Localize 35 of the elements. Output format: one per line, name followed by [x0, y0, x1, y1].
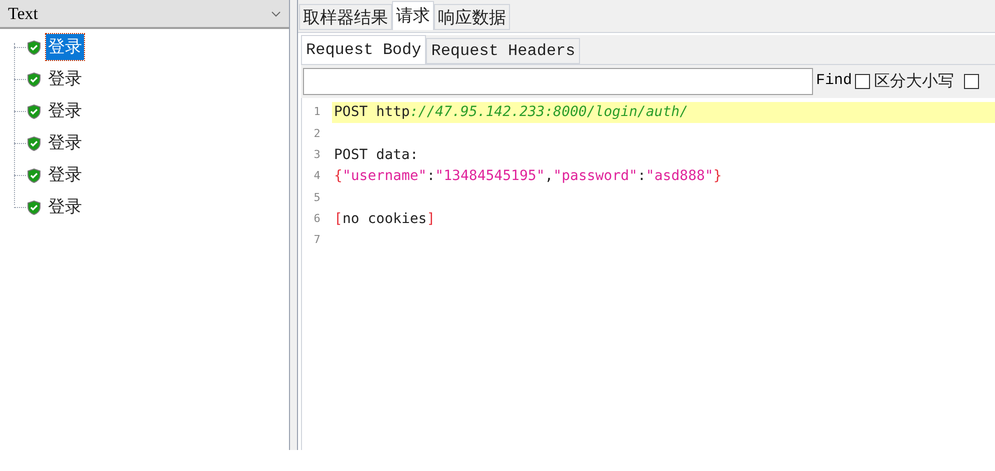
line-number: 5	[312, 190, 322, 206]
tree-item[interactable]: 登录	[46, 130, 84, 156]
shield-check-icon	[27, 40, 41, 54]
code-line: POST data:	[334, 146, 418, 165]
line-number: 6	[312, 210, 322, 227]
checkbox[interactable]	[964, 74, 980, 89]
tree-item[interactable]: 登录	[46, 194, 84, 220]
shield-check-icon	[27, 104, 41, 118]
code-line: POST http://47.95.142.233:8000/login/auth/	[334, 103, 688, 122]
shield-check-icon	[27, 136, 41, 150]
chevron-down-icon	[271, 10, 281, 16]
line-number: 3	[312, 146, 322, 163]
tree-item[interactable]: 登录	[46, 98, 84, 124]
line-number: 2	[312, 126, 322, 142]
tree-item[interactable]: 登录	[46, 162, 84, 188]
tab[interactable]: 请求	[392, 1, 434, 30]
code-line: {"username":"13484545195","password":"asd888"}	[334, 167, 722, 186]
tab[interactable]: 取样器结果	[299, 4, 392, 30]
tab[interactable]: Request Body	[301, 35, 426, 64]
shield-check-icon	[27, 200, 41, 214]
code-line: [no cookies]	[334, 210, 436, 229]
line-number: 7	[312, 232, 322, 248]
line-number: 4	[312, 168, 322, 184]
line-number: 1	[312, 104, 322, 120]
tree-item[interactable]: 登录	[46, 66, 84, 92]
search-field[interactable]	[303, 68, 813, 95]
checkbox-label: 区分大小写	[874, 72, 954, 92]
tree-item[interactable]: 登录	[46, 34, 84, 60]
tab[interactable]: 响应数据	[434, 4, 510, 30]
shield-check-icon	[27, 72, 41, 86]
view-selector[interactable]: Text	[0, 0, 289, 29]
tab[interactable]: Request Headers	[426, 38, 580, 64]
checkbox[interactable]	[855, 74, 870, 89]
shield-check-icon	[27, 168, 41, 182]
find-label: Find	[816, 71, 852, 92]
